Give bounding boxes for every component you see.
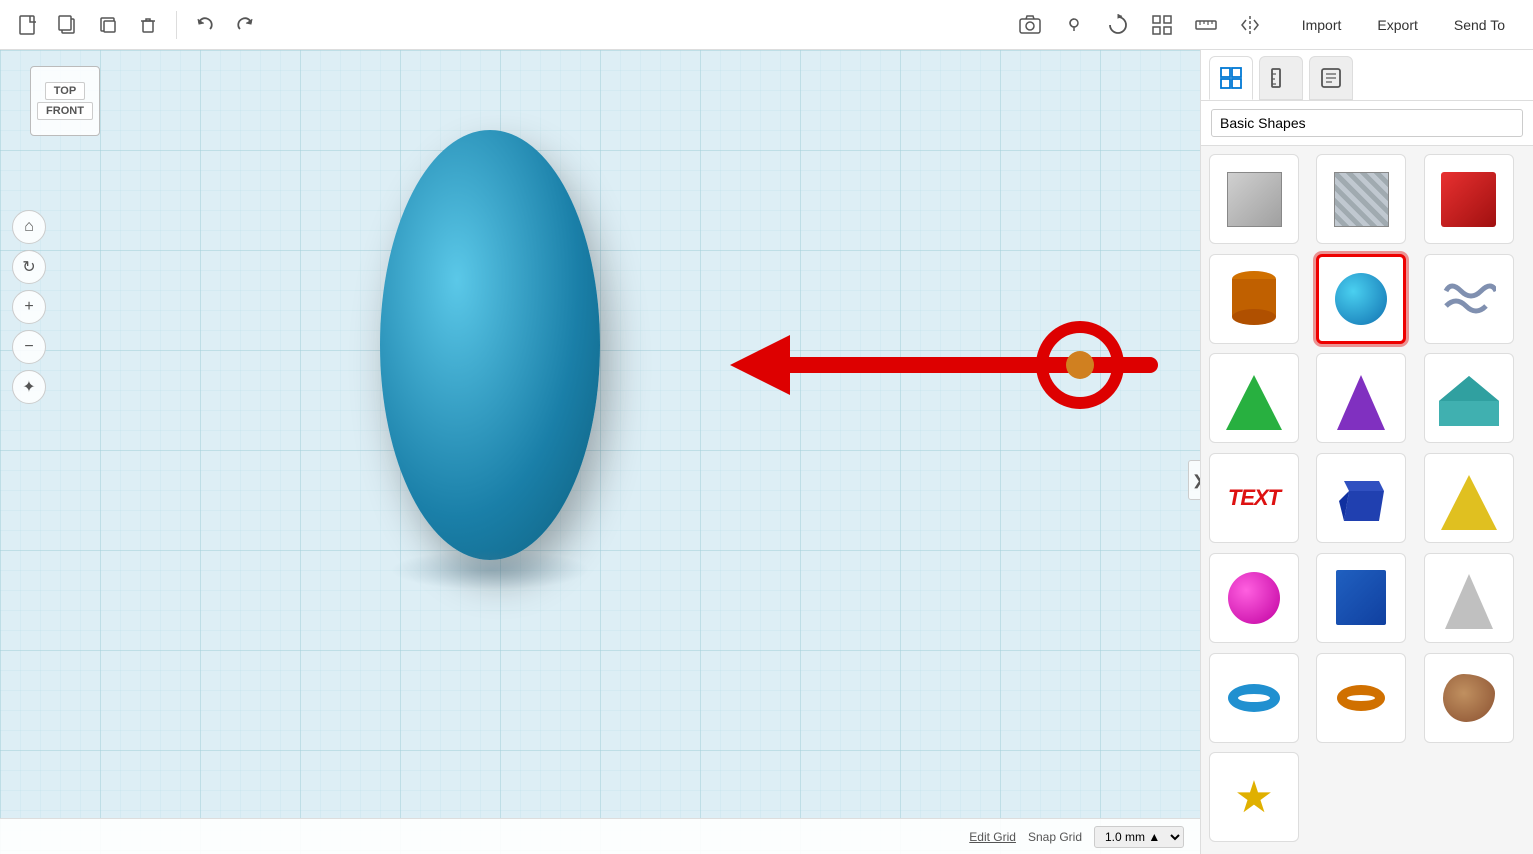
shape-box-hole[interactable]	[1316, 154, 1406, 244]
bottom-bar: Edit Grid Snap Grid 1.0 mm ▲ 0.5 mm 2.0 …	[0, 818, 1200, 854]
tab-grid[interactable]	[1209, 56, 1253, 100]
view-top[interactable]: TOP	[45, 82, 85, 100]
box-blue-icon	[1336, 570, 1386, 625]
torus-icon	[1228, 684, 1280, 712]
torus-orange-icon	[1337, 685, 1385, 711]
toolbar-right-icons	[1014, 9, 1266, 41]
ellipsoid-shape	[380, 130, 600, 560]
shape-text[interactable]: TEXT	[1209, 453, 1299, 543]
light-icon[interactable]	[1058, 9, 1090, 41]
shape-wavy[interactable]	[1424, 254, 1514, 344]
collapse-panel-button[interactable]: ❯	[1188, 460, 1200, 500]
copy-button[interactable]	[52, 9, 84, 41]
shape-box[interactable]	[1209, 154, 1299, 244]
home-button[interactable]: ⌂	[12, 210, 46, 244]
prism-icon	[1334, 471, 1389, 526]
cylinder-icon	[1229, 269, 1279, 329]
import-button[interactable]: Import	[1286, 11, 1358, 39]
grid-icon[interactable]	[1146, 9, 1178, 41]
panel-tabs	[1201, 50, 1533, 101]
rotate-icon[interactable]	[1102, 9, 1134, 41]
shape-box-blue[interactable]	[1316, 553, 1406, 643]
undo-button[interactable]	[189, 9, 221, 41]
duplicate-button[interactable]	[92, 9, 124, 41]
roof-icon	[1439, 371, 1499, 426]
left-controls: ⌂ ↻ + − ✦	[12, 210, 46, 404]
view-cube: TOP FRONT	[30, 66, 100, 136]
shape-cube-red[interactable]	[1424, 154, 1514, 244]
shape-container[interactable]	[380, 130, 600, 590]
text-icon: TEXT	[1228, 485, 1280, 511]
shape-selector: Basic Shapes Letters Numbers Connectors …	[1201, 101, 1533, 146]
box-hole-icon	[1334, 172, 1389, 227]
grid-background	[0, 50, 1200, 854]
export-button[interactable]: Export	[1361, 11, 1433, 39]
shape-cylinder[interactable]	[1209, 254, 1299, 344]
redo-button[interactable]	[229, 9, 261, 41]
shape-roof[interactable]	[1424, 353, 1514, 443]
cone-purple-icon	[1337, 375, 1385, 430]
sphere-blue-icon	[1335, 273, 1387, 325]
shape-torus-orange[interactable]	[1316, 653, 1406, 743]
cube-red-icon	[1441, 172, 1496, 227]
tab-notes[interactable]	[1309, 56, 1353, 100]
edit-grid-label[interactable]: Edit Grid	[969, 830, 1016, 844]
shape-torus[interactable]	[1209, 653, 1299, 743]
toolbar: Import Export Send To	[0, 0, 1533, 50]
sphere-magenta-icon	[1228, 572, 1280, 624]
shape-star[interactable]: ★	[1209, 752, 1299, 842]
shape-organic[interactable]	[1424, 653, 1514, 743]
shape-shadow	[390, 550, 590, 590]
snap-grid-select[interactable]: 1.0 mm ▲ 0.5 mm 2.0 mm 5.0 mm	[1094, 826, 1184, 848]
pyramid-yellow-icon	[1441, 475, 1497, 530]
shape-cone-green[interactable]	[1209, 353, 1299, 443]
toolbar-right: Import Export Send To	[1014, 9, 1521, 41]
send-to-button[interactable]: Send To	[1438, 11, 1521, 39]
organic-icon	[1443, 674, 1495, 722]
fit-button[interactable]: ✦	[12, 370, 46, 404]
canvas-area[interactable]: TOP FRONT ⌂ ↻ + − ✦ ❯ Edit Grid Snap Gri…	[0, 50, 1200, 854]
camera-icon[interactable]	[1014, 9, 1046, 41]
box-icon	[1227, 172, 1282, 227]
star-icon: ★	[1234, 772, 1273, 823]
ruler-icon[interactable]	[1190, 9, 1222, 41]
shape-sphere-blue[interactable]	[1316, 254, 1406, 344]
shape-cone-purple[interactable]	[1316, 353, 1406, 443]
wavy-icon	[1441, 271, 1496, 326]
shape-cone-gray[interactable]	[1424, 553, 1514, 643]
toolbar-sep-1	[176, 11, 177, 39]
shape-prism[interactable]	[1316, 453, 1406, 543]
shape-sphere-magenta[interactable]	[1209, 553, 1299, 643]
mirror-icon[interactable]	[1234, 9, 1266, 41]
view-front[interactable]: FRONT	[37, 102, 93, 120]
shapes-grid: TEXT	[1201, 146, 1533, 854]
cone-gray-icon	[1445, 574, 1493, 629]
orbit-button[interactable]: ↻	[12, 250, 46, 284]
delete-button[interactable]	[132, 9, 164, 41]
new-button[interactable]	[12, 9, 44, 41]
zoom-in-button[interactable]: +	[12, 290, 46, 324]
snap-grid-label: Snap Grid	[1028, 830, 1082, 844]
shape-category-select[interactable]: Basic Shapes Letters Numbers Connectors …	[1211, 109, 1523, 137]
right-panel: Basic Shapes Letters Numbers Connectors …	[1200, 50, 1533, 854]
cone-green-icon	[1226, 375, 1282, 430]
zoom-out-button[interactable]: −	[12, 330, 46, 364]
shape-pyramid-yellow[interactable]	[1424, 453, 1514, 543]
tab-ruler[interactable]	[1259, 56, 1303, 100]
